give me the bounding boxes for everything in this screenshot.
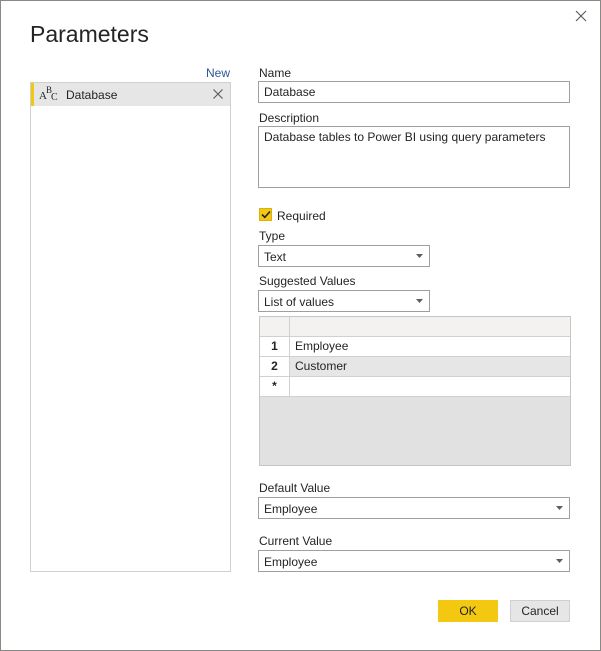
parameters-dialog: Parameters New A B C Database Name Descr… [0,0,601,651]
suggested-values-select-value: List of values [264,295,335,309]
type-select[interactable]: Text [258,245,430,267]
table-new-row[interactable]: * [260,377,570,397]
current-value-label: Current Value [259,534,333,548]
default-value-select-value: Employee [264,502,318,516]
current-value-select[interactable]: Employee [258,550,570,572]
table-cell[interactable]: Employee [291,337,570,356]
table-header-cell [291,317,570,336]
table-row[interactable]: 1 Employee [260,337,570,357]
description-field[interactable]: Database tables to Power BI using query … [258,126,570,188]
table-row[interactable]: 2 Customer [260,357,570,377]
close-icon [213,89,223,99]
table-cell[interactable] [291,377,570,396]
close-icon [575,10,587,22]
name-field[interactable] [258,81,570,103]
cancel-button[interactable]: Cancel [510,600,570,622]
table-row-index: 2 [260,357,290,376]
required-label: Required [277,209,326,223]
dialog-title: Parameters [30,21,149,47]
chevron-down-icon [416,299,423,303]
default-value-select[interactable]: Employee [258,497,570,519]
parameter-list: A B C Database [30,82,231,572]
type-label: Type [259,229,286,243]
table-header-row [260,317,570,337]
table-cell[interactable]: Customer [291,357,570,376]
remove-parameter-button[interactable] [210,86,226,102]
table-header-index [260,317,290,336]
parameter-item-database[interactable]: A B C Database [31,83,230,106]
required-checkbox[interactable] [259,208,272,221]
close-button[interactable] [570,5,592,27]
suggested-values-select[interactable]: List of values [258,290,430,312]
type-select-value: Text [264,250,287,264]
current-value-select-value: Employee [264,555,318,569]
chevron-down-icon [556,506,563,510]
table-row-index: 1 [260,337,290,356]
name-label: Name [259,66,292,80]
chevron-down-icon [416,254,423,258]
selection-accent [31,83,34,106]
new-parameter-link[interactable]: New [206,66,230,80]
suggested-values-table: 1 Employee 2 Customer * [259,316,571,466]
default-value-label: Default Value [259,481,331,495]
checkmark-icon [260,210,271,219]
suggested-values-label: Suggested Values [259,274,356,288]
ok-button[interactable]: OK [438,600,498,622]
parameter-name: Database [66,88,118,102]
table-row-index: * [260,377,290,396]
description-label: Description [259,111,320,125]
abc-icon: A B C [39,85,58,103]
chevron-down-icon [556,559,563,563]
